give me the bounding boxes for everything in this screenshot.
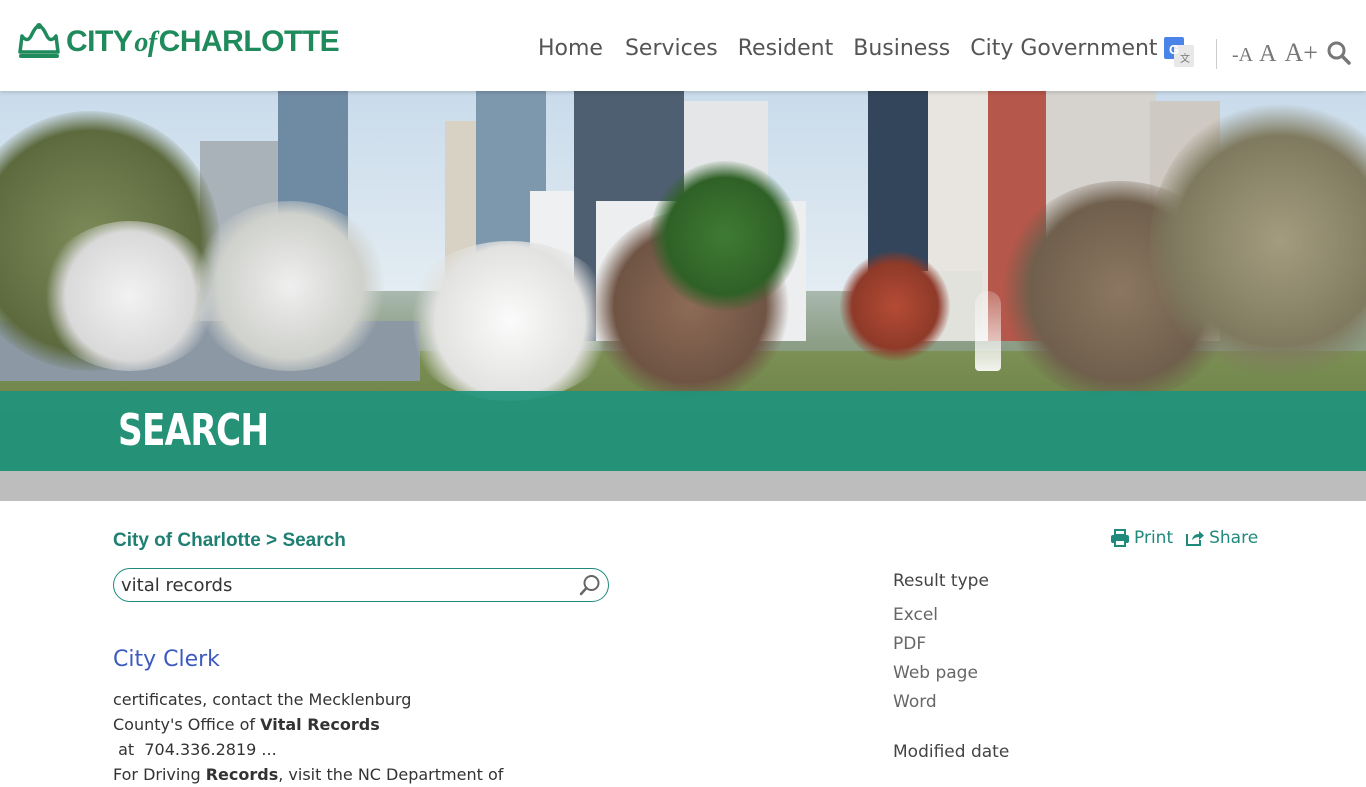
facet-item-excel[interactable]: Excel [893,605,989,625]
share-icon [1186,531,1205,546]
breadcrumb-home-link[interactable]: City of Charlotte [113,530,261,552]
font-decrease-button[interactable]: -A [1232,44,1253,67]
city-logo-link[interactable]: CITYofCHARLOTTE [16,22,340,62]
nav-business[interactable]: Business [853,36,950,61]
svg-text:G: G [1169,42,1179,57]
search-box [113,568,609,602]
nav-city-government[interactable]: City Government [970,36,1157,61]
hero-image: SEARCH [0,91,1366,471]
nav-home[interactable]: Home [538,36,603,61]
main-nav: Home Services Resident Business City Gov… [538,36,1158,61]
page-title: SEARCH [118,405,269,456]
tree [400,241,620,401]
tree [190,201,390,371]
nav-resident[interactable]: Resident [738,36,833,61]
search-submit-icon[interactable] [578,573,602,597]
google-translate-icon[interactable]: G 文 [1163,36,1195,68]
modified-date-heading: Modified date [893,742,1010,762]
search-icon[interactable] [1326,40,1352,66]
breadcrumb-current[interactable]: Search [282,530,345,552]
share-button[interactable]: Share [1185,528,1258,548]
page-title-banner: SEARCH [0,391,1366,471]
search-input[interactable] [121,573,571,597]
svg-text:文: 文 [1180,52,1190,65]
printer-icon [1111,529,1129,547]
breadcrumb: City of Charlotte > Search [113,530,346,552]
print-button[interactable]: Print [1110,528,1173,548]
snippet-line: County's Office of Vital Records at 704.… [113,715,380,759]
crown-icon [18,23,60,58]
result-snippet: certificates, contact the Mecklenburg Co… [113,687,533,787]
gray-strip [0,471,1366,501]
facet-item-web-page[interactable]: Web page [893,663,989,683]
snippet-line: For Driving Records, visit the NC Depart… [113,765,504,784]
fountain [975,291,1001,371]
page-actions: Print Share [1110,528,1258,548]
print-label: Print [1134,528,1174,548]
snippet-line: certificates, contact the Mecklenburg [113,690,412,709]
facet-item-pdf[interactable]: PDF [893,634,989,654]
breadcrumb-separator: > [260,530,283,551]
font-increase-button[interactable]: A+ [1284,38,1317,68]
facet-item-word[interactable]: Word [893,692,989,712]
logo-text: CITYofCHARLOTTE [66,25,340,58]
site-header: CITYofCHARLOTTE Home Services Resident B… [0,0,1366,91]
header-divider [1216,39,1217,69]
result-title-link[interactable]: City Clerk [113,647,220,672]
facet-list: Excel PDF Web page Word [893,605,989,712]
font-reset-button[interactable]: A [1259,41,1276,68]
tree [840,251,950,361]
tree [650,161,800,311]
font-size-controls: -A A A+ [1232,38,1318,68]
nav-services[interactable]: Services [625,36,718,61]
result-type-facet: Result type Excel PDF Web page Word [893,571,989,712]
share-label: Share [1209,528,1259,548]
facet-heading: Result type [893,571,989,591]
